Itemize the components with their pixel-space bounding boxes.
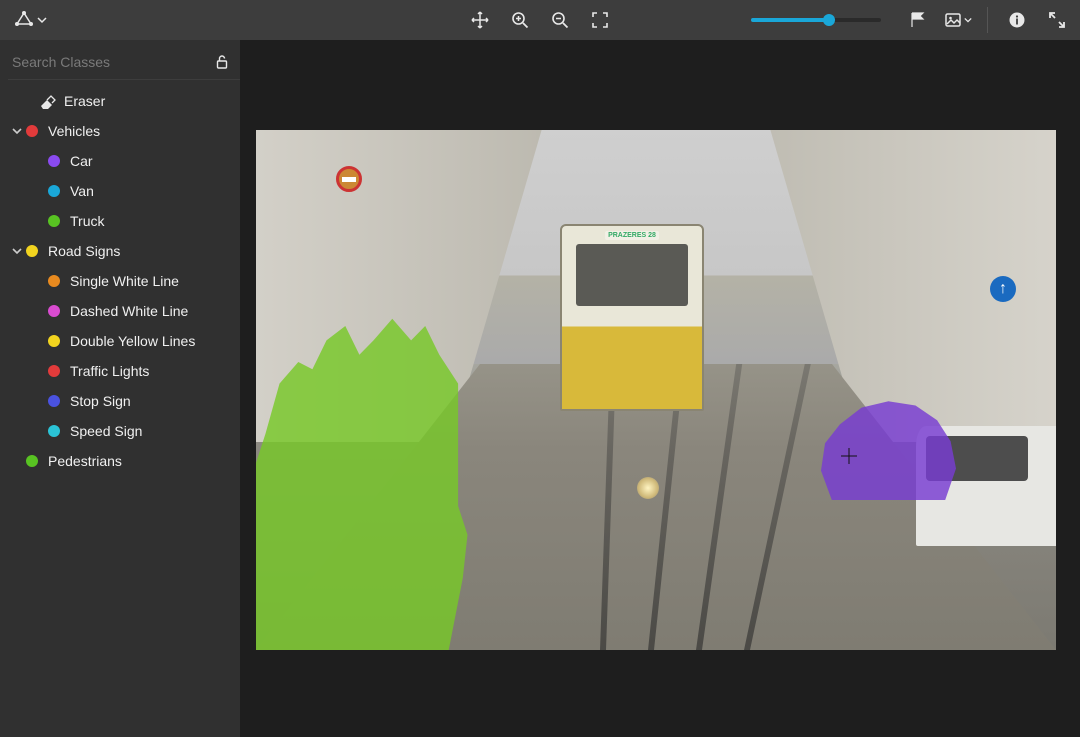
arrow-sign bbox=[990, 276, 1016, 302]
chevron-down-icon bbox=[8, 126, 26, 136]
info-button[interactable] bbox=[1002, 5, 1032, 35]
class-item-speed-sign[interactable]: Speed Sign bbox=[8, 416, 240, 446]
eraser-label: Eraser bbox=[64, 93, 105, 109]
class-item-traffic-lights[interactable]: Traffic Lights bbox=[8, 356, 240, 386]
class-item-single-white-line[interactable]: Single White Line bbox=[8, 266, 240, 296]
color-swatch bbox=[26, 245, 38, 257]
search-input[interactable] bbox=[8, 48, 214, 76]
expand-icon bbox=[1048, 11, 1066, 29]
color-swatch bbox=[48, 335, 60, 347]
class-label: Stop Sign bbox=[70, 393, 131, 409]
chevron-down-icon bbox=[37, 15, 47, 25]
color-swatch bbox=[48, 395, 60, 407]
eraser-tool[interactable]: Eraser bbox=[8, 86, 240, 116]
class-label: Truck bbox=[70, 213, 104, 229]
chevron-down-icon bbox=[964, 16, 972, 24]
class-label: Double Yellow Lines bbox=[70, 333, 195, 349]
class-item-double-yellow-lines[interactable]: Double Yellow Lines bbox=[8, 326, 240, 356]
color-swatch bbox=[48, 155, 60, 167]
polygon-tool-dropdown[interactable] bbox=[8, 6, 53, 34]
opacity-slider[interactable] bbox=[751, 18, 881, 22]
zoom-in-icon bbox=[511, 11, 529, 29]
flag-button[interactable] bbox=[903, 5, 933, 35]
class-label: Single White Line bbox=[70, 273, 179, 289]
class-label: Speed Sign bbox=[70, 423, 142, 439]
fit-screen-button[interactable] bbox=[585, 5, 615, 35]
group-label: Vehicles bbox=[48, 123, 100, 139]
divider bbox=[987, 7, 988, 33]
color-swatch bbox=[48, 185, 60, 197]
class-item-stop-sign[interactable]: Stop Sign bbox=[8, 386, 240, 416]
color-swatch bbox=[48, 275, 60, 287]
image-icon bbox=[944, 11, 962, 29]
class-group-vehicles[interactable]: Vehicles bbox=[8, 116, 240, 146]
pan-button[interactable] bbox=[465, 5, 495, 35]
group-label: Road Signs bbox=[48, 243, 120, 259]
class-sidebar: Eraser Vehicles Car Van Truck bbox=[0, 40, 240, 737]
eraser-icon bbox=[38, 93, 56, 109]
color-swatch bbox=[26, 455, 38, 467]
canvas-area[interactable]: PRAZERES 28 bbox=[240, 40, 1080, 737]
tram: PRAZERES 28 bbox=[560, 224, 704, 411]
class-tree: Eraser Vehicles Car Van Truck bbox=[8, 82, 240, 476]
fullscreen-button[interactable] bbox=[1042, 5, 1072, 35]
slider-track[interactable] bbox=[751, 18, 881, 22]
class-label: Dashed White Line bbox=[70, 303, 188, 319]
class-label: Traffic Lights bbox=[70, 363, 149, 379]
color-swatch bbox=[48, 365, 60, 377]
color-swatch bbox=[48, 305, 60, 317]
top-toolbar bbox=[0, 0, 1080, 40]
class-label: Car bbox=[70, 153, 93, 169]
zoom-in-button[interactable] bbox=[505, 5, 535, 35]
class-item-pedestrians[interactable]: Pedestrians bbox=[8, 446, 240, 476]
color-swatch bbox=[48, 425, 60, 437]
class-item-dashed-white-line[interactable]: Dashed White Line bbox=[8, 296, 240, 326]
class-item-van[interactable]: Van bbox=[8, 176, 240, 206]
polygon-icon bbox=[14, 10, 34, 30]
move-icon bbox=[471, 11, 489, 29]
image-settings-dropdown[interactable] bbox=[943, 5, 973, 35]
class-label: Pedestrians bbox=[48, 453, 122, 469]
color-swatch bbox=[48, 215, 60, 227]
cursor-crosshair bbox=[841, 448, 857, 464]
zoom-out-button[interactable] bbox=[545, 5, 575, 35]
slider-thumb[interactable] bbox=[823, 14, 835, 26]
annotated-image[interactable]: PRAZERES 28 bbox=[256, 130, 1056, 650]
info-icon bbox=[1008, 11, 1026, 29]
chevron-down-icon bbox=[8, 246, 26, 256]
class-group-road-signs[interactable]: Road Signs bbox=[8, 236, 240, 266]
color-swatch bbox=[26, 125, 38, 137]
class-item-truck[interactable]: Truck bbox=[8, 206, 240, 236]
tram-destination-label: PRAZERES 28 bbox=[605, 231, 659, 240]
fit-screen-icon bbox=[591, 11, 609, 29]
flag-icon bbox=[909, 11, 927, 29]
zoom-out-icon bbox=[551, 11, 569, 29]
class-label: Van bbox=[70, 183, 94, 199]
class-item-car[interactable]: Car bbox=[8, 146, 240, 176]
lock-open-icon[interactable] bbox=[214, 54, 230, 70]
